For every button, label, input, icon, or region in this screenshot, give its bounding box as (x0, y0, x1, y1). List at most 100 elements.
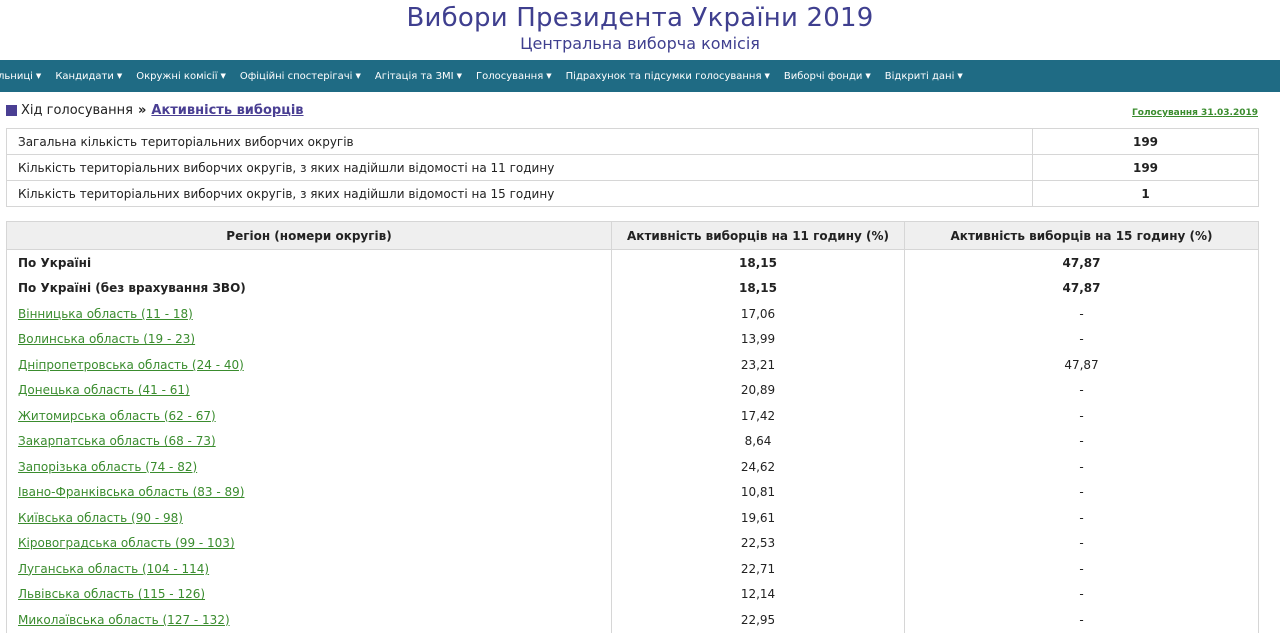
turnout-table-body: По Україні 18,15 47,87 По Україні (без врах… (6, 249, 1259, 633)
nav-item-election-funds[interactable]: Виборчі фонди ▼ (784, 71, 871, 82)
summary-value: 199 (1032, 154, 1259, 181)
region-cell: Волинська область (19 - 23) (6, 326, 612, 352)
turnout-11h-cell: 18,15 (611, 275, 905, 301)
breadcrumb-row: Хід голосування » Активність виборців Го… (0, 92, 1280, 128)
caret-down-icon: ▼ (957, 72, 963, 80)
region-cell: Кіровоградська область (99 - 103) (6, 530, 612, 556)
table-row: Кіровоградська область (99 - 103) 22,53- (6, 530, 1259, 556)
nav-item-label: Підрахунок та підсумки голосування (565, 70, 762, 82)
turnout-11h-cell: 19,61 (611, 505, 905, 531)
region-link[interactable]: Кіровоградська область (99 - 103) (18, 536, 235, 550)
region-cell: Житомирська область (62 - 67) (6, 403, 612, 429)
region-link[interactable]: Івано-Франківська область (83 - 89) (18, 485, 244, 499)
turnout-11h-cell: 18,15 (611, 249, 905, 276)
voting-date-link[interactable]: Голосування 31.03.2019 (1132, 108, 1258, 118)
nav-item-campaigning-media[interactable]: Агітація та ЗМІ ▼ (375, 71, 462, 82)
nav-item-label: Офіційні спостерігачі (239, 70, 353, 82)
nav-item-candidates[interactable]: Кандидати ▼ (55, 71, 122, 82)
nav-item-counting-results[interactable]: Підрахунок та підсумки голосування ▼ (566, 71, 770, 82)
site-subtitle: Центральна виборча комісія (520, 34, 760, 53)
region-link[interactable]: Закарпатська область (68 - 73) (18, 434, 216, 448)
region-cell: Луганська область (104 - 114) (6, 556, 612, 582)
caret-down-icon: ▼ (546, 72, 552, 80)
region-link[interactable]: Київська область (90 - 98) (18, 511, 183, 525)
turnout-15h-cell: - (904, 428, 1259, 454)
breadcrumb-separator: » (137, 103, 147, 118)
turnout-11h-cell: 8,64 (611, 428, 905, 454)
caret-down-icon: ▼ (865, 72, 871, 80)
table-row: Житомирська область (62 - 67) 17,42- (6, 403, 1259, 429)
breadcrumb-parent: Хід голосування (21, 103, 133, 118)
nav-item-voting[interactable]: Голосування ▼ (476, 71, 552, 82)
nav-item-official-observers[interactable]: Офіційні спостерігачі ▼ (240, 71, 361, 82)
region-cell: По Україні (6, 249, 612, 276)
nav-item-label: Голосування (475, 70, 544, 82)
turnout-15h-cell: - (904, 454, 1259, 480)
nav-item-label: Відкриті дані (884, 70, 955, 82)
region-link[interactable]: Запорізька область (74 - 82) (18, 460, 197, 474)
table-row: Вінницька область (11 - 18) 17,06- (6, 301, 1259, 327)
nav-item-label: льниці (0, 70, 33, 82)
caret-down-icon: ▼ (456, 72, 462, 80)
nav-item-district-commissions[interactable]: Окружні комісії ▼ (136, 71, 226, 82)
summary-value: 199 (1032, 128, 1259, 155)
nav-item-label: Кандидати (55, 70, 114, 82)
region-cell: Донецька область (41 - 61) (6, 377, 612, 403)
turnout-table: Регіон (номери округів) Активність вибор… (6, 221, 1259, 633)
column-header-11h: Активність виборців на 11 годину (%) (611, 221, 905, 250)
turnout-15h-cell: - (904, 530, 1259, 556)
turnout-15h-cell: 47,87 (904, 352, 1259, 378)
caret-down-icon: ▼ (355, 72, 361, 80)
nav-item-polling-stations[interactable]: льниці ▼ (0, 71, 41, 82)
breadcrumb-current-link[interactable]: Активність виборців (151, 103, 303, 118)
turnout-11h-cell: 10,81 (611, 479, 905, 505)
summary-label: Кількість територіальних виборчих округі… (6, 180, 1033, 207)
region-cell: Миколаївська область (127 - 132) (6, 607, 612, 633)
region-cell: По Україні (без врахування ЗВО) (6, 275, 612, 301)
summary-value: 1 (1032, 180, 1259, 207)
region-link[interactable]: Вінницька область (11 - 18) (18, 307, 193, 321)
turnout-11h-cell: 23,21 (611, 352, 905, 378)
region-cell: Вінницька область (11 - 18) (6, 301, 612, 327)
table-row: Донецька область (41 - 61) 20,89- (6, 377, 1259, 403)
region-link[interactable]: Луганська область (104 - 114) (18, 562, 209, 576)
main-navbar: льниці ▼ Кандидати ▼ Окружні комісії ▼ Офіц… (0, 60, 1280, 92)
caret-down-icon: ▼ (764, 72, 770, 80)
table-row: Івано-Франківська область (83 - 89) 10,81… (6, 479, 1259, 505)
region-link[interactable]: Волинська область (19 - 23) (18, 332, 195, 346)
region-link[interactable]: Житомирська область (62 - 67) (18, 409, 216, 423)
turnout-15h-cell: 47,87 (904, 275, 1259, 301)
region-cell: Івано-Франківська область (83 - 89) (6, 479, 612, 505)
turnout-11h-cell: 17,06 (611, 301, 905, 327)
nav-item-label: Виборчі фонди (783, 70, 863, 82)
region-link[interactable]: Миколаївська область (127 - 132) (18, 613, 230, 627)
summary-row: Загальна кількість територіальних виборч… (6, 128, 1259, 155)
table-row: Волинська область (19 - 23) 13,99- (6, 326, 1259, 352)
region-link[interactable]: Донецька область (41 - 61) (18, 383, 190, 397)
turnout-15h-cell: 47,87 (904, 249, 1259, 276)
turnout-15h-cell: - (904, 556, 1259, 582)
caret-down-icon: ▼ (35, 72, 42, 80)
table-header-row: Регіон (номери округів) Активність вибор… (6, 221, 1259, 250)
square-bullet-icon (6, 105, 17, 116)
region-cell: Львівська область (115 - 126) (6, 581, 612, 607)
turnout-11h-cell: 17,42 (611, 403, 905, 429)
table-row: Закарпатська область (68 - 73) 8,64- (6, 428, 1259, 454)
turnout-11h-cell: 12,14 (611, 581, 905, 607)
nav-item-open-data[interactable]: Відкриті дані ▼ (885, 71, 963, 82)
total-row: По Україні 18,15 47,87 (6, 249, 1259, 276)
caret-down-icon: ▼ (116, 72, 123, 80)
region-link[interactable]: Львівська область (115 - 126) (18, 587, 205, 601)
turnout-11h-cell: 20,89 (611, 377, 905, 403)
table-row: Львівська область (115 - 126) 12,14- (6, 581, 1259, 607)
turnout-11h-cell: 24,62 (611, 454, 905, 480)
summary-label: Загальна кількість територіальних виборч… (6, 128, 1033, 155)
region-cell: Дніпропетровська область (24 - 40) (6, 352, 612, 378)
turnout-15h-cell: - (904, 301, 1259, 327)
region-link[interactable]: Дніпропетровська область (24 - 40) (18, 358, 244, 372)
region-cell: Запорізька область (74 - 82) (6, 454, 612, 480)
turnout-15h-cell: - (904, 581, 1259, 607)
summary-label: Кількість територіальних виборчих округі… (6, 154, 1033, 181)
summary-table: Загальна кількість територіальних виборч… (6, 128, 1259, 207)
turnout-15h-cell: - (904, 505, 1259, 531)
